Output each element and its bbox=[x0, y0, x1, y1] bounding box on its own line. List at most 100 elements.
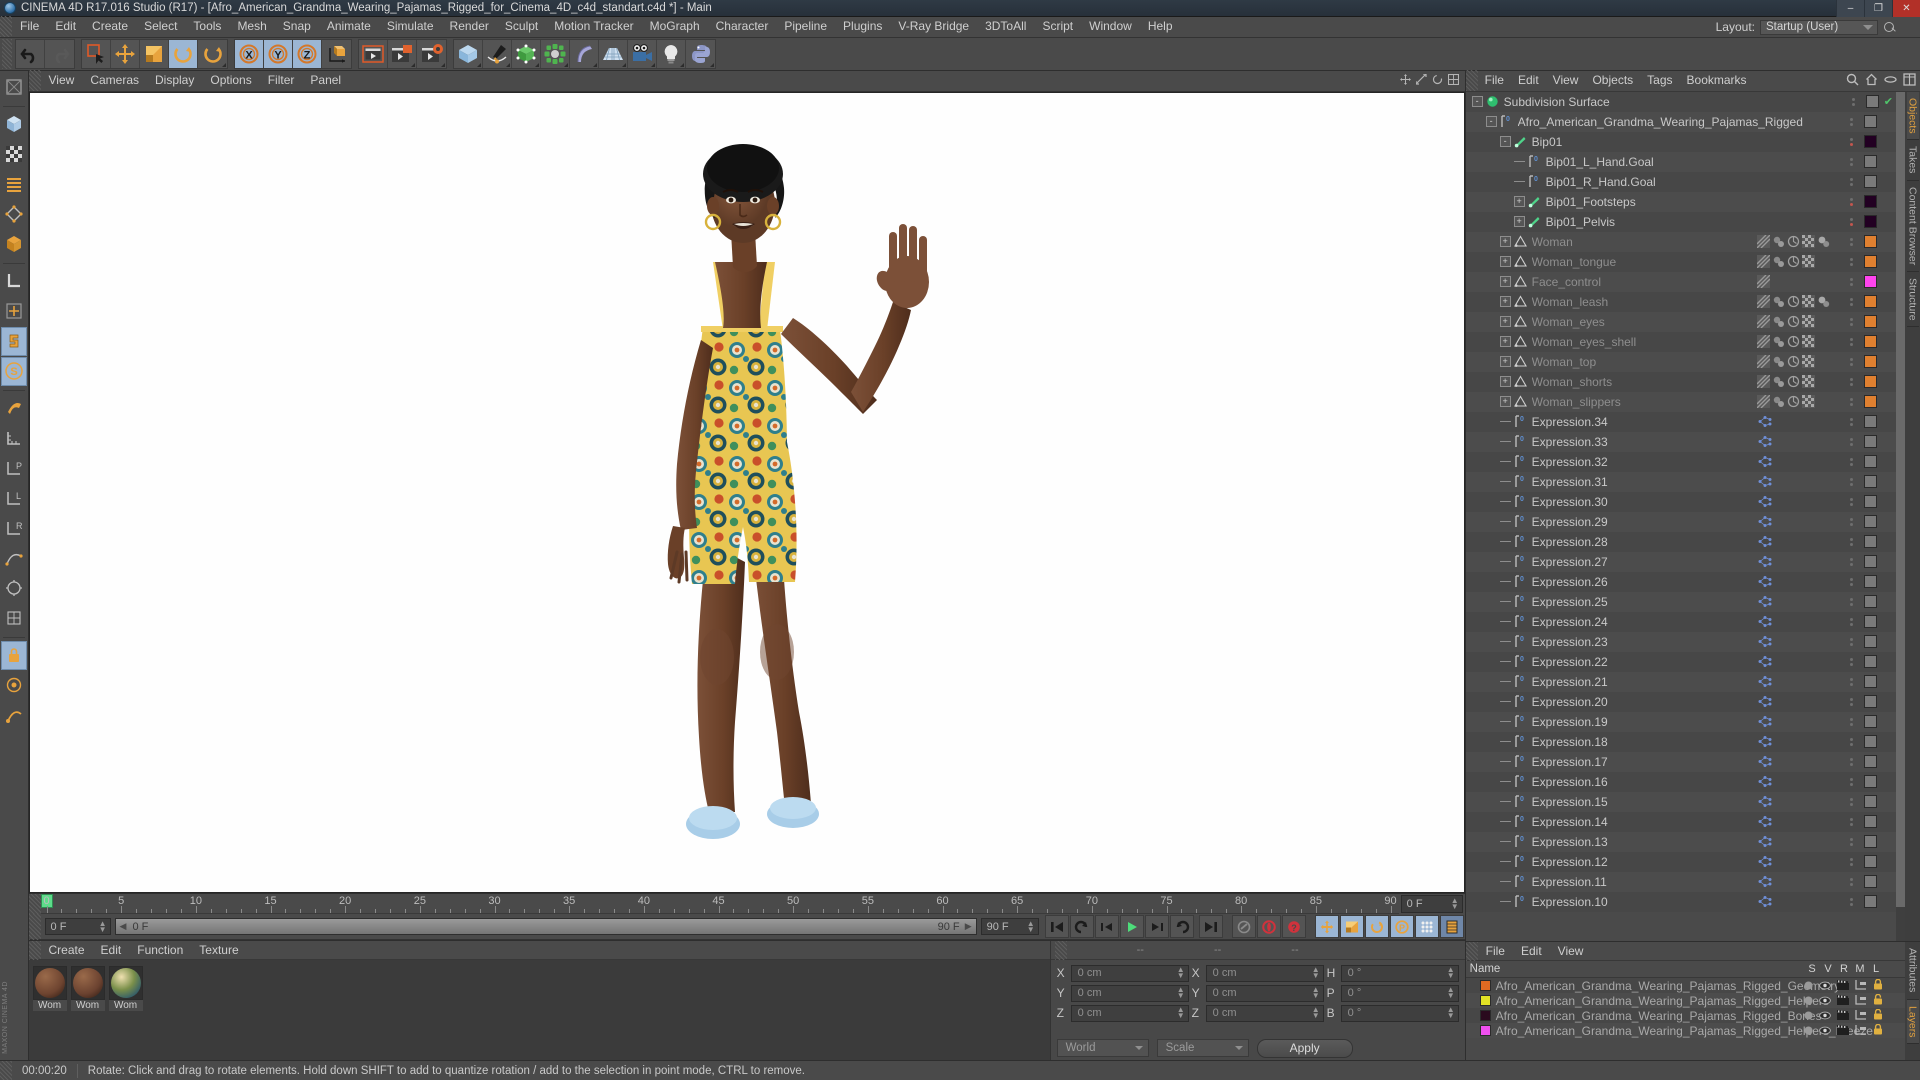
tag-strip[interactable] bbox=[1757, 675, 1849, 688]
render-visibility-dot[interactable] bbox=[1850, 642, 1853, 646]
tag-strip[interactable] bbox=[1757, 655, 1849, 668]
editor-visibility-dot[interactable] bbox=[1850, 397, 1853, 401]
spinner-icon[interactable]: ▲ ▼ bbox=[1177, 966, 1185, 980]
tag-strip[interactable] bbox=[1757, 275, 1849, 288]
render-visibility-dot[interactable] bbox=[1850, 202, 1853, 206]
render-region-button[interactable] bbox=[388, 39, 417, 68]
viewport-menu-options[interactable]: Options bbox=[202, 70, 259, 91]
layer-menu-view[interactable]: View bbox=[1550, 942, 1592, 961]
timeline-ruler[interactable]: 0 5 10 15 20 25 30 35 40 45 50 55 60 65 70 75 80 85 90 bbox=[40, 894, 1399, 914]
solo-dot-icon[interactable] bbox=[1804, 1024, 1813, 1038]
visibility-dots[interactable] bbox=[1849, 697, 1854, 706]
menu-snap[interactable]: Snap bbox=[275, 16, 319, 37]
visibility-dots[interactable] bbox=[1849, 517, 1854, 526]
menu-v-ray-bridge[interactable]: V-Ray Bridge bbox=[890, 16, 977, 37]
spinner-icon[interactable]: ▲ ▼ bbox=[1312, 966, 1320, 980]
layer-color-swatch[interactable] bbox=[1864, 715, 1877, 728]
visibility-dots[interactable] bbox=[1849, 137, 1854, 146]
tab-objects[interactable]: Objects bbox=[1906, 91, 1919, 141]
autokeying-button[interactable]: ? bbox=[1281, 915, 1306, 938]
eye-icon[interactable] bbox=[1819, 1009, 1831, 1023]
manager-icon[interactable] bbox=[1855, 979, 1867, 993]
coord-field-rotation[interactable]: 0 ° ▲ ▼ bbox=[1340, 1004, 1459, 1022]
object-tree-row[interactable]: 0 Expression.32 bbox=[1465, 451, 1905, 472]
render-clapper-icon[interactable] bbox=[1837, 994, 1849, 1008]
axis-r-button[interactable]: R bbox=[1, 514, 27, 543]
editor-visibility-dot[interactable] bbox=[1850, 837, 1853, 841]
visibility-dots[interactable] bbox=[1851, 97, 1856, 106]
menu-mesh[interactable]: Mesh bbox=[229, 16, 274, 37]
tag-strip[interactable] bbox=[1757, 375, 1849, 388]
ruler-button[interactable] bbox=[1, 424, 27, 453]
visibility-dots[interactable] bbox=[1849, 797, 1854, 806]
render-visibility-dot[interactable] bbox=[1850, 722, 1853, 726]
editor-visibility-dot[interactable] bbox=[1850, 357, 1853, 361]
render-visibility-dot[interactable] bbox=[1850, 502, 1853, 506]
model-mode-button[interactable] bbox=[1, 110, 27, 139]
viewport-menu-cameras[interactable]: Cameras bbox=[82, 70, 147, 91]
visibility-dots[interactable] bbox=[1849, 897, 1854, 906]
layer-color-swatch[interactable] bbox=[1864, 455, 1877, 468]
layer-color-swatch[interactable] bbox=[1864, 795, 1877, 808]
tree-expander[interactable]: + bbox=[1499, 336, 1511, 347]
step-forward-keyframe-button[interactable] bbox=[1169, 915, 1194, 938]
tag-strip[interactable] bbox=[1757, 355, 1849, 368]
manager-icon[interactable] bbox=[1855, 1009, 1867, 1023]
spinner-icon[interactable]: ▲ ▼ bbox=[1447, 966, 1455, 980]
tag-strip[interactable] bbox=[1757, 775, 1849, 788]
render-visibility-dot[interactable] bbox=[1850, 622, 1853, 626]
tab-attributes[interactable]: Attributes bbox=[1906, 942, 1919, 1000]
tree-expander[interactable]: + bbox=[1499, 376, 1511, 387]
editor-visibility-dot[interactable] bbox=[1850, 477, 1853, 481]
layer-color-swatch[interactable] bbox=[1864, 875, 1877, 888]
visibility-dots[interactable] bbox=[1849, 757, 1854, 766]
snap-toggle-button[interactable] bbox=[0, 326, 27, 356]
menu-edit[interactable]: Edit bbox=[47, 16, 84, 37]
coordinates-grip[interactable] bbox=[1054, 940, 1067, 960]
locked-mode-button[interactable] bbox=[1, 701, 27, 730]
tree-expander[interactable]: + bbox=[1513, 196, 1525, 207]
tag-strip[interactable] bbox=[1757, 735, 1849, 748]
tag-strip[interactable] bbox=[1757, 695, 1849, 708]
object-tree-row[interactable]: 0 Expression.23 bbox=[1465, 631, 1905, 652]
tab-content-browser[interactable]: Content Browser bbox=[1906, 181, 1919, 272]
coord-field-rotation[interactable]: 0 ° ▲ ▼ bbox=[1340, 984, 1459, 1002]
layer-color-swatch[interactable] bbox=[1864, 135, 1877, 148]
points-mode-button[interactable] bbox=[1, 170, 27, 199]
spinner-icon[interactable]: ▲ ▼ bbox=[1027, 919, 1035, 933]
object-tree-row[interactable]: 0 Expression.24 bbox=[1465, 611, 1905, 632]
object-tree-row[interactable]: + Woman_eyes_shell bbox=[1465, 331, 1905, 352]
editor-visibility-dot[interactable] bbox=[1850, 677, 1853, 681]
editor-visibility-dot[interactable] bbox=[1850, 157, 1853, 161]
world-coordinate-button[interactable] bbox=[322, 40, 351, 68]
range-left-arrow-icon[interactable]: ◀ bbox=[116, 921, 127, 932]
render-visibility-dot[interactable] bbox=[1850, 422, 1853, 426]
layer-row[interactable]: Afro_American_Grandma_Wearing_Pajamas_Ri… bbox=[1465, 1008, 1905, 1024]
layer-color-swatch[interactable] bbox=[1864, 435, 1877, 448]
tree-expander[interactable]: - bbox=[1499, 136, 1511, 147]
editor-visibility-dot[interactable] bbox=[1850, 517, 1853, 521]
object-tree-row[interactable]: 0 Expression.25 bbox=[1465, 591, 1905, 612]
render-visibility-dot[interactable] bbox=[1850, 662, 1853, 666]
tag-strip[interactable] bbox=[1757, 535, 1849, 548]
spinner-icon[interactable]: ▲ ▼ bbox=[1312, 1006, 1320, 1020]
editor-visibility-dot[interactable] bbox=[1850, 777, 1853, 781]
coordinate-system-dropdown[interactable]: World bbox=[1056, 1039, 1149, 1057]
texture-axis-button[interactable] bbox=[1, 73, 27, 102]
visibility-dots[interactable] bbox=[1849, 657, 1854, 666]
move-button[interactable] bbox=[111, 39, 140, 68]
object-tree-row[interactable]: 0 Expression.18 bbox=[1465, 731, 1905, 752]
editor-visibility-dot[interactable] bbox=[1850, 317, 1853, 321]
visibility-dots[interactable] bbox=[1849, 577, 1854, 586]
object-tree-row[interactable]: + Woman_leash bbox=[1465, 291, 1905, 312]
layer-row[interactable]: Afro_American_Grandma_Wearing_Pajamas_Ri… bbox=[1465, 993, 1905, 1009]
menu-3dtoall[interactable]: 3DToAll bbox=[977, 16, 1034, 37]
play-button[interactable] bbox=[1119, 915, 1144, 938]
object-tree-row[interactable]: 0 Expression.30 bbox=[1465, 491, 1905, 512]
layer-color-swatch[interactable] bbox=[1864, 735, 1877, 748]
object-tree-row[interactable]: + Woman bbox=[1465, 231, 1905, 252]
object-menu-view[interactable]: View bbox=[1546, 70, 1586, 91]
object-tree-row[interactable]: 0 Expression.12 bbox=[1465, 851, 1905, 872]
layer-color-swatch[interactable] bbox=[1864, 175, 1877, 188]
object-tree-row[interactable]: 0 Expression.31 bbox=[1465, 471, 1905, 492]
